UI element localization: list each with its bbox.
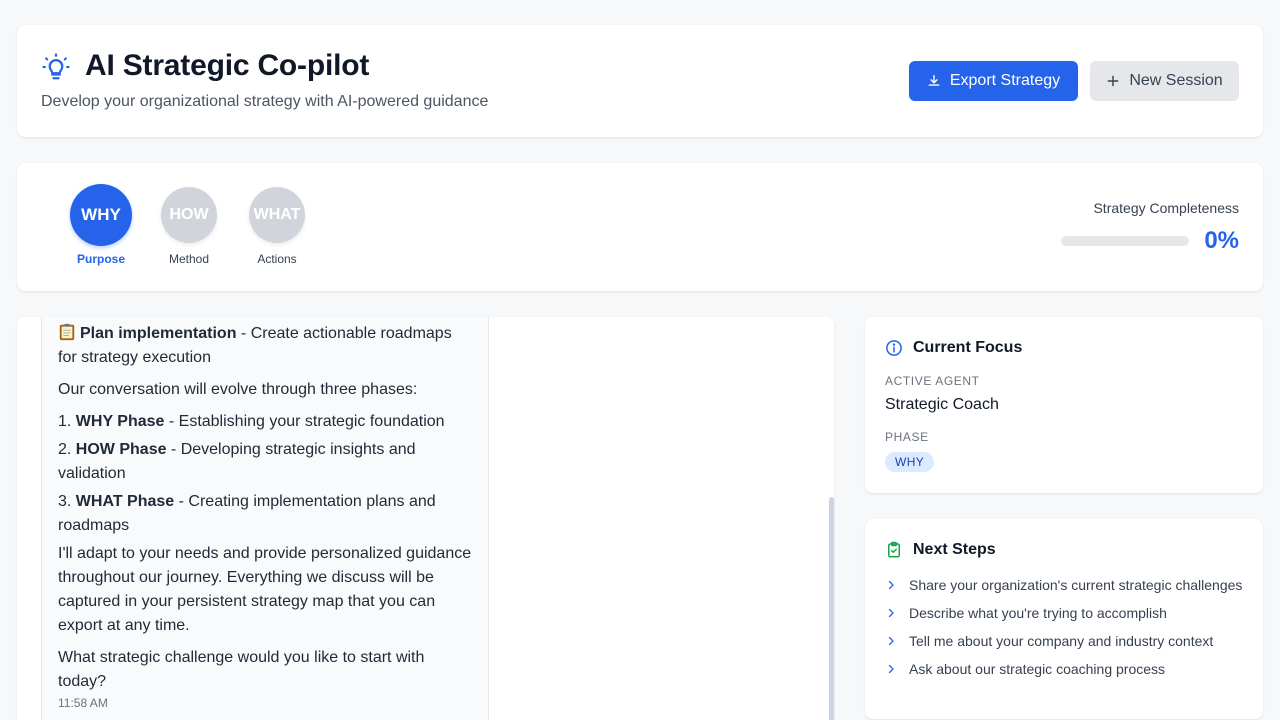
message-question: What strategic challenge would you like … [58, 649, 425, 690]
new-session-label: New Session [1129, 72, 1223, 89]
next-step-item[interactable]: Describe what you're trying to accomplis… [885, 603, 1245, 623]
clipboard-check-icon [888, 541, 900, 558]
phase-step-what[interactable]: WHAT [249, 187, 305, 243]
completeness-progress-bar [1061, 236, 1189, 246]
chat-scrollbar[interactable] [829, 497, 834, 720]
lightbulb-icon [42, 53, 70, 80]
message-item-implementation: Plan implementation - Create actionable … [58, 322, 472, 370]
phase-label-actions: Actions [257, 252, 297, 266]
next-step-item[interactable]: Tell me about your company and industry … [885, 631, 1245, 651]
phase-progress-card: WHY HOW WHAT Purpose Method Actions Stra… [17, 163, 1263, 291]
clipboard-emoji-icon [59, 323, 75, 341]
message-timestamp: 11:58 AM [58, 696, 108, 710]
next-step-item[interactable]: Ask about our strategic coaching process [885, 659, 1245, 679]
plus-icon [1107, 75, 1119, 87]
chat-panel[interactable]: Plan implementation - Create actionable … [17, 317, 834, 720]
next-steps-header: Next Steps [885, 541, 996, 559]
new-session-button[interactable]: New Session [1090, 61, 1239, 101]
next-steps-list: Share your organization's current strate… [885, 575, 1245, 687]
next-step-item[interactable]: Share your organization's current strate… [885, 575, 1245, 595]
message-intro: Our conversation will evolve through thr… [58, 381, 418, 398]
page-title: AI Strategic Co-pilot [85, 49, 370, 82]
phase-label-method: Method [168, 252, 210, 266]
phase-label-purpose: Purpose [76, 252, 125, 266]
completeness-value: 0% [1204, 227, 1239, 254]
chevron-right-icon [888, 664, 894, 674]
header-card: AI Strategic Co-pilot Develop your organ… [17, 25, 1263, 137]
completeness-label: Strategy Completeness [1093, 200, 1239, 216]
phase-label: PHASE [885, 430, 929, 444]
current-focus-title: Current Focus [913, 339, 1023, 356]
phase-badge: WHY [885, 452, 935, 472]
download-icon [928, 75, 940, 86]
next-steps-card: Next Steps Share your organization's cur… [865, 519, 1263, 719]
message-phase-list: 1. WHY Phase - Establishing your strateg… [58, 410, 472, 538]
phase-step-why[interactable]: WHY [70, 184, 132, 246]
current-focus-header: Current Focus [885, 339, 1022, 357]
chevron-right-icon [888, 608, 894, 618]
page-subtitle: Develop your organizational strategy wit… [41, 93, 489, 110]
export-strategy-label: Export Strategy [949, 72, 1061, 89]
message-adapt: I'll adapt to your needs and provide per… [58, 545, 472, 634]
assistant-message: Plan implementation - Create actionable … [41, 317, 489, 720]
info-icon [886, 340, 902, 356]
chevron-right-icon [888, 580, 894, 590]
phase-step-how[interactable]: HOW [161, 187, 217, 243]
export-strategy-button[interactable]: Export Strategy [909, 61, 1078, 101]
active-agent-value: Strategic Coach [885, 396, 999, 413]
next-steps-title: Next Steps [913, 541, 996, 558]
list-item: 2. HOW Phase - Developing strategic insi… [58, 441, 416, 482]
chevron-right-icon [888, 636, 894, 646]
list-item: 3. WHAT Phase - Creating implementation … [58, 493, 436, 534]
message-item-title: Plan implementation [80, 325, 237, 342]
current-focus-card: Current Focus ACTIVE AGENT Strategic Coa… [865, 317, 1263, 493]
active-agent-label: ACTIVE AGENT [885, 374, 980, 388]
list-item: 1. WHY Phase - Establishing your strateg… [58, 413, 445, 430]
